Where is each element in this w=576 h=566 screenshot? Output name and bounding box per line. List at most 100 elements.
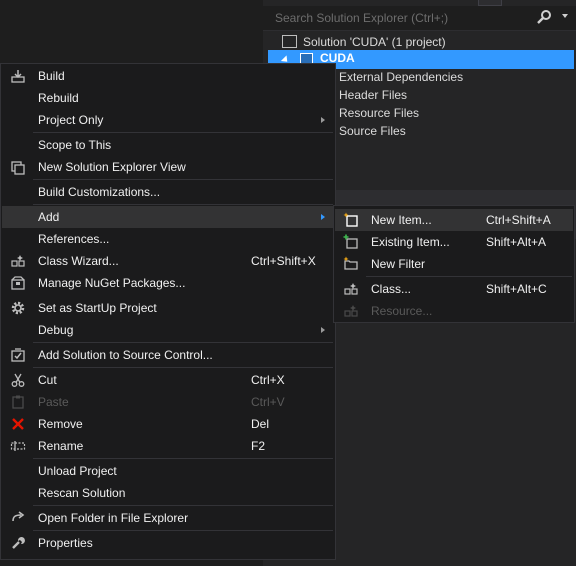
menu-item-rename[interactable]: Rename F2 (2, 435, 334, 457)
menu-separator (33, 458, 333, 459)
build-icon (11, 70, 25, 83)
menu-item-build[interactable]: Build (2, 65, 334, 87)
menu-item-cut[interactable]: Cut Ctrl+X (2, 369, 334, 391)
submenu-arrow-icon (321, 327, 325, 333)
scissors-icon (11, 373, 25, 387)
existing-item-icon (343, 234, 358, 249)
menu-item-label: Rescan Solution (38, 486, 126, 500)
menu-separator (33, 204, 333, 205)
source-control-icon (11, 348, 25, 362)
menu-item-label: Add Solution to Source Control... (38, 348, 213, 362)
class-wizard-icon (11, 255, 25, 267)
menu-separator (33, 342, 333, 343)
tree-item-source-files[interactable]: Source Files (339, 122, 406, 140)
menu-item-properties[interactable]: Properties (2, 532, 334, 554)
menu-item-shortcut: Ctrl+Shift+X (251, 254, 316, 268)
class-icon (344, 283, 358, 295)
tree-item-external-dependencies[interactable]: External Dependencies (339, 68, 463, 86)
menu-item-label: Class Wizard... (38, 254, 119, 268)
tree-item-solution[interactable]: Solution 'CUDA' (1 project) (282, 33, 446, 51)
menu-item-manage-nuget[interactable]: Manage NuGet Packages... (2, 272, 334, 294)
submenu-item-new-item[interactable]: New Item... Ctrl+Shift+A (335, 209, 573, 231)
menu-item-label: Rebuild (38, 91, 79, 105)
menu-item-label: Open Folder in File Explorer (38, 511, 189, 525)
menu-item-new-solution-explorer-view[interactable]: New Solution Explorer View (2, 156, 334, 178)
wrench-icon (12, 537, 25, 549)
menu-item-label: Build (38, 69, 65, 83)
menu-item-label: Remove (38, 417, 83, 431)
menu-item-label: Rename (38, 439, 84, 453)
menu-separator (33, 179, 333, 180)
menu-item-shortcut: Shift+Alt+C (486, 282, 547, 296)
menu-item-label: References... (38, 232, 110, 246)
rename-icon (10, 441, 26, 451)
menu-item-rescan-solution[interactable]: Rescan Solution (2, 482, 334, 504)
menu-item-label: New Filter (371, 257, 426, 271)
search-placeholder: Search Solution Explorer (Ctrl+;) (275, 11, 449, 25)
menu-item-shortcut: Ctrl+V (251, 395, 285, 409)
menu-item-label: Set as StartUp Project (38, 301, 157, 315)
menu-item-label: Manage NuGet Packages... (38, 276, 186, 290)
menu-item-add[interactable]: Add (2, 206, 334, 228)
menu-item-shortcut: Del (251, 417, 270, 431)
nuget-icon (11, 276, 25, 290)
menu-item-shortcut: Ctrl+Shift+A (486, 213, 551, 227)
menu-separator (33, 505, 333, 506)
menu-item-label: New Solution Explorer View (38, 160, 186, 174)
menu-item-unload-project[interactable]: Unload Project (2, 460, 334, 482)
menu-item-label: Unload Project (38, 464, 117, 478)
solution-explorer-search[interactable]: Search Solution Explorer (Ctrl+;) (263, 6, 576, 31)
resource-icon (344, 305, 358, 317)
add-submenu: New Item... Ctrl+Shift+A Existing Item..… (333, 205, 575, 323)
menu-item-label: New Item... (371, 213, 432, 227)
submenu-item-resource[interactable]: Resource... (335, 300, 573, 322)
submenu-arrow-icon (321, 117, 325, 123)
menu-item-references[interactable]: References... (2, 228, 334, 250)
paste-icon (12, 395, 24, 409)
menu-item-set-startup-project[interactable]: Set as StartUp Project (2, 297, 334, 319)
menu-item-add-to-source-control[interactable]: Add Solution to Source Control... (2, 344, 334, 366)
menu-item-remove[interactable]: Remove Del (2, 413, 334, 435)
gear-icon (11, 301, 25, 315)
new-view-icon (11, 161, 25, 175)
menu-item-class-wizard[interactable]: Class Wizard... Ctrl+Shift+X (2, 250, 334, 272)
solution-icon (282, 35, 297, 49)
menu-item-scope-to-this[interactable]: Scope to This (2, 134, 334, 156)
submenu-item-new-filter[interactable]: New Filter (335, 253, 573, 275)
menu-item-label: Existing Item... (371, 235, 450, 249)
menu-item-label: Class... (371, 282, 412, 296)
menu-item-label: Add (38, 210, 60, 224)
open-folder-icon (12, 511, 25, 522)
search-options-dropdown-icon[interactable] (562, 14, 568, 18)
tree-item-resource-files[interactable]: Resource Files (339, 104, 419, 122)
new-item-icon (343, 212, 358, 227)
menu-item-label: Build Customizations... (38, 185, 161, 199)
menu-item-label: Cut (38, 373, 57, 387)
menu-separator (366, 276, 572, 277)
menu-item-label: Project Only (38, 113, 104, 127)
menu-item-label: Properties (38, 536, 93, 550)
tree-item-header-files[interactable]: Header Files (339, 86, 407, 104)
search-icon[interactable] (536, 9, 552, 25)
menu-item-debug[interactable]: Debug (2, 319, 334, 341)
remove-icon (12, 418, 24, 430)
submenu-item-class[interactable]: Class... Shift+Alt+C (335, 278, 573, 300)
menu-item-paste[interactable]: Paste Ctrl+V (2, 391, 334, 413)
menu-separator (33, 530, 333, 531)
menu-item-shortcut: Ctrl+X (251, 373, 285, 387)
menu-item-label: Scope to This (38, 138, 112, 152)
menu-item-shortcut: Shift+Alt+A (486, 235, 547, 249)
menu-item-open-folder[interactable]: Open Folder in File Explorer (2, 507, 334, 529)
menu-item-label: Paste (38, 395, 69, 409)
menu-separator (33, 132, 333, 133)
submenu-arrow-icon (321, 214, 325, 220)
menu-item-label: Resource... (371, 304, 433, 318)
menu-separator (33, 367, 333, 368)
menu-item-project-only[interactable]: Project Only (2, 109, 334, 131)
menu-item-build-customizations[interactable]: Build Customizations... (2, 181, 334, 203)
menu-item-label: Debug (38, 323, 74, 337)
context-menu: Build Rebuild Project Only Scope to This… (0, 63, 336, 560)
menu-item-shortcut: F2 (251, 439, 266, 453)
submenu-item-existing-item[interactable]: Existing Item... Shift+Alt+A (335, 231, 573, 253)
menu-item-rebuild[interactable]: Rebuild (2, 87, 334, 109)
